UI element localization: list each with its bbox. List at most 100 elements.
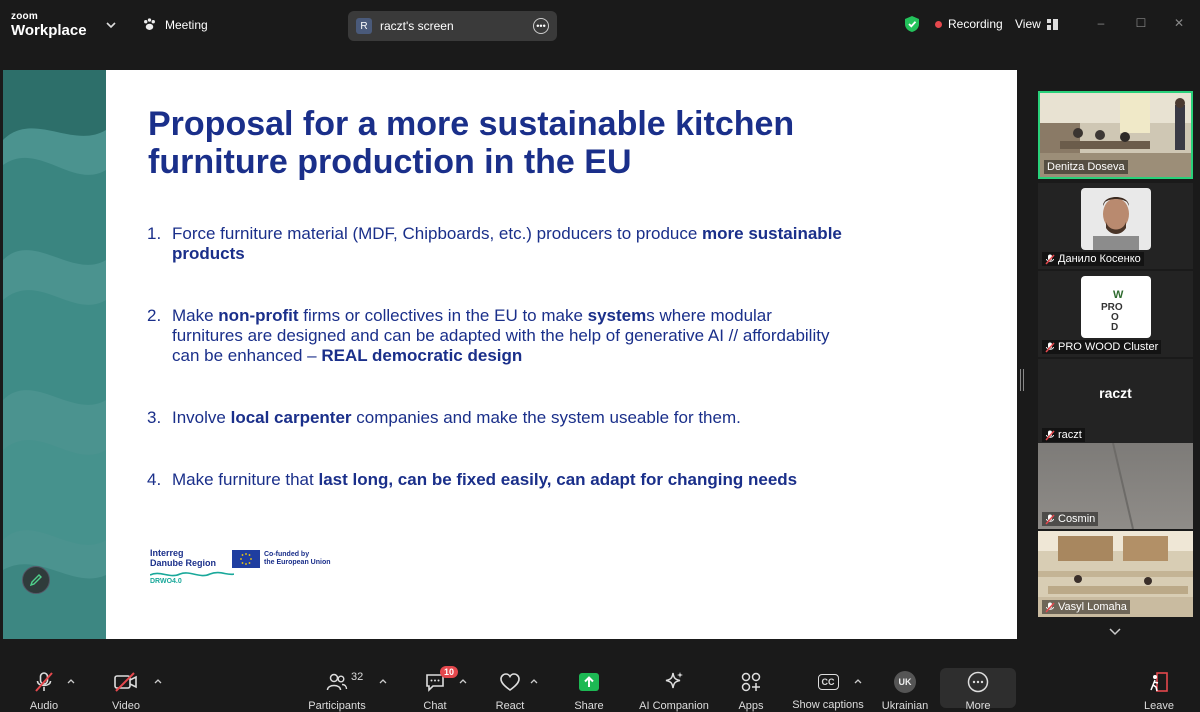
- participant-tile-2[interactable]: Данило Косенко: [1038, 183, 1193, 269]
- react-button[interactable]: React: [493, 661, 527, 712]
- recording-dot-icon: [935, 20, 942, 28]
- audio-options-caret-icon[interactable]: [67, 678, 75, 684]
- mic-muted-icon: [1045, 514, 1055, 524]
- item-text-segment: companies and make the system useable fo…: [351, 408, 741, 427]
- more-button[interactable]: More: [958, 661, 998, 712]
- panel-resize-handle[interactable]: [1020, 369, 1024, 391]
- audio-button[interactable]: Audio: [24, 661, 64, 712]
- meeting-label: Meeting: [165, 17, 208, 32]
- video-button[interactable]: Video: [106, 661, 146, 712]
- participant-name-tag: raczt: [1042, 428, 1085, 442]
- item-text-bold: system: [587, 306, 647, 325]
- svg-text:D: D: [1111, 322, 1118, 333]
- mic-muted-icon: [35, 672, 53, 692]
- leave-label: Leave: [1144, 700, 1174, 712]
- item-number: 3.: [147, 408, 162, 427]
- participant-name-tag: Vasyl Lomaha: [1042, 600, 1130, 614]
- leave-button[interactable]: Leave: [1140, 661, 1178, 712]
- danube-region-text: Danube Region: [150, 558, 217, 568]
- eu-flag-icon: [232, 550, 260, 568]
- slide-item-3: 3. Involve local carpenter companies and …: [147, 408, 741, 428]
- participant-tile-6[interactable]: Vasyl Lomaha: [1038, 531, 1193, 617]
- chat-button[interactable]: 10 Chat: [418, 661, 458, 712]
- participant-name: PRO WOOD Cluster: [1058, 341, 1159, 353]
- mic-muted-icon: [1045, 254, 1055, 264]
- eu-cofunded-text: Co-funded by the European Union: [264, 551, 331, 567]
- item-text-segment: firms or collectives in the EU to make: [298, 306, 588, 325]
- participants-button[interactable]: 32 Participants: [306, 661, 368, 712]
- slide-item-4: 4. Make furniture that last long, can be …: [147, 470, 797, 490]
- ai-companion-button[interactable]: AI Companion: [636, 661, 712, 712]
- react-options-caret-icon[interactable]: [530, 678, 538, 684]
- shared-screen-slide: Proposal for a more sustainable kitchen …: [3, 70, 1017, 639]
- brand-big: Workplace: [11, 22, 87, 39]
- item-text-segment: Force furniture material (MDF, Chipboard…: [172, 224, 703, 243]
- share-button[interactable]: Share: [570, 661, 608, 712]
- video-label: Video: [112, 700, 140, 712]
- annotate-pencil-button[interactable]: [22, 566, 50, 594]
- item-text-segment: Make furniture that: [172, 470, 319, 489]
- item-number: 1.: [147, 224, 162, 243]
- mic-muted-icon: [1045, 602, 1055, 612]
- more-label: More: [965, 700, 991, 712]
- scroll-down-chevron-icon[interactable]: [1108, 627, 1122, 637]
- top-bar: zoom Workplace Meeting R raczt's screen …: [0, 0, 1200, 52]
- participants-options-caret-icon[interactable]: [379, 678, 387, 684]
- svg-text:W: W: [1113, 289, 1124, 301]
- chat-unread-badge: 10: [439, 666, 458, 678]
- view-label: View: [1015, 17, 1041, 31]
- heart-icon: [500, 673, 520, 691]
- apps-button[interactable]: Apps: [734, 661, 768, 712]
- drwo-logo-text: DRWO4.0: [150, 578, 182, 585]
- share-screen-icon: [579, 673, 599, 691]
- item-text: Involve local carpenter companies and ma…: [172, 408, 741, 428]
- recording-label: Recording: [948, 17, 1003, 31]
- pencil-icon: [29, 574, 42, 587]
- language-badge-icon: UK: [894, 671, 916, 693]
- chat-label: Chat: [423, 700, 447, 712]
- item-text-bold: last long, can be fixed easily, can adap…: [318, 470, 798, 489]
- participant-tile-3[interactable]: W PRO O D PRO WOOD Cluster: [1038, 271, 1193, 357]
- participant-tile-1[interactable]: Denitza Doseva: [1038, 91, 1193, 179]
- security-shield-icon[interactable]: [904, 15, 920, 33]
- mic-muted-icon: [1045, 430, 1055, 440]
- participant-display-name: raczt: [1099, 385, 1132, 401]
- ai-companion-label: AI Companion: [639, 700, 709, 712]
- captions-options-caret-icon[interactable]: [854, 678, 862, 684]
- recording-indicator[interactable]: Recording: [935, 17, 1003, 31]
- chevron-down-icon[interactable]: [104, 18, 118, 32]
- participant-name: Vasyl Lomaha: [1058, 601, 1127, 613]
- screen-share-pill[interactable]: R raczt's screen •••: [348, 11, 557, 41]
- language-interpretation-button[interactable]: UK Ukrainian: [878, 661, 932, 712]
- video-options-caret-icon[interactable]: [154, 678, 162, 684]
- view-button[interactable]: View: [1015, 17, 1058, 31]
- more-options-icon[interactable]: •••: [533, 18, 549, 34]
- participants-count: 32: [351, 671, 364, 683]
- chat-options-caret-icon[interactable]: [459, 678, 467, 684]
- slide-decorative-band: [3, 70, 106, 639]
- video-off-icon: [114, 672, 137, 692]
- show-captions-button[interactable]: CC Show captions: [792, 661, 864, 711]
- participant-name-tag: Cosmin: [1042, 512, 1099, 526]
- apps-label: Apps: [738, 700, 764, 712]
- close-icon[interactable]: ✕: [1172, 16, 1186, 30]
- participant-tile-5[interactable]: Cosmin: [1038, 443, 1193, 529]
- participants-label: Participants: [308, 700, 366, 712]
- mic-muted-icon: [1045, 342, 1055, 352]
- meeting-info-button[interactable]: Meeting: [142, 17, 208, 32]
- item-text-segment: Involve: [172, 408, 231, 427]
- language-label: Ukrainian: [881, 700, 929, 712]
- sparkle-icon: [665, 672, 683, 689]
- brand-small: zoom: [11, 11, 38, 22]
- participant-name: raczt: [1058, 429, 1082, 441]
- slide-title: Proposal for a more sustainable kitchen …: [148, 105, 795, 181]
- participant-tile-4[interactable]: raczt raczt: [1038, 359, 1193, 445]
- participant-name-tag: PRO WOOD Cluster: [1042, 340, 1162, 354]
- item-text-segment: Make: [172, 306, 219, 325]
- maximize-icon[interactable]: ☐: [1134, 16, 1148, 30]
- participant-name-tag: Denitza Doseva: [1044, 160, 1128, 174]
- captions-label: Show captions: [792, 699, 864, 711]
- minimize-icon[interactable]: –: [1094, 16, 1108, 30]
- screen-share-label: raczt's screen: [380, 19, 454, 33]
- participants-icon: [326, 673, 348, 691]
